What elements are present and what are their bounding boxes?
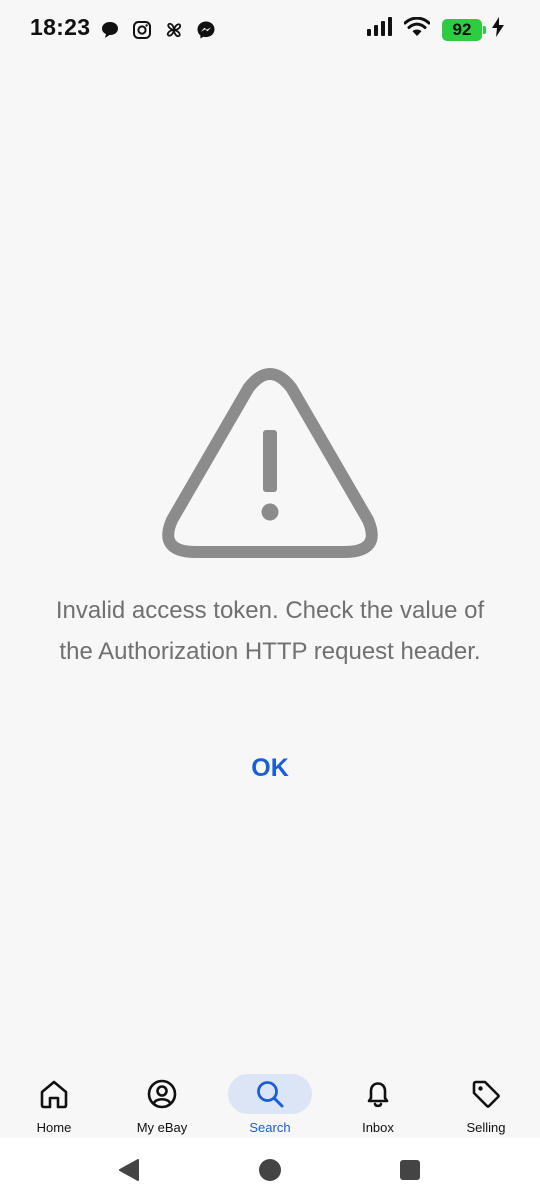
status-bar: 18:23 92	[0, 0, 540, 60]
recents-icon[interactable]	[397, 1157, 423, 1183]
instagram-icon	[131, 19, 153, 41]
charging-bolt-icon	[492, 17, 504, 42]
battery-icon: 92	[442, 18, 486, 41]
home-icon	[30, 1074, 78, 1114]
bottom-nav: Home My eBay Search Inbox Selling	[0, 1062, 540, 1138]
ok-button[interactable]: OK	[220, 746, 320, 790]
battery-level: 92	[452, 19, 472, 39]
error-message: Invalid access token. Check the value of…	[55, 597, 485, 665]
nav-label-search: Search	[249, 1120, 291, 1135]
nav-item-selling[interactable]: Selling	[432, 1062, 540, 1138]
bell-icon	[354, 1074, 402, 1114]
pinwheel-icon	[163, 19, 185, 41]
tag-icon	[462, 1074, 510, 1114]
chat-bubble-icon	[99, 19, 121, 41]
wifi-icon	[403, 16, 431, 42]
warning-triangle-icon	[162, 368, 378, 562]
status-time: 18:23	[30, 14, 91, 40]
nav-item-search[interactable]: Search	[216, 1062, 324, 1138]
nav-item-inbox[interactable]: Inbox	[324, 1062, 432, 1138]
search-icon	[246, 1074, 294, 1114]
nav-item-my-ebay[interactable]: My eBay	[108, 1062, 216, 1138]
back-icon[interactable]	[116, 1157, 142, 1183]
notification-icons	[99, 19, 217, 41]
nav-label-my-ebay: My eBay	[136, 1120, 188, 1135]
nav-label-selling: Selling	[466, 1120, 506, 1135]
signal-icon	[366, 17, 394, 42]
error-screen: 18:23 92 Invalid access token. Check the…	[0, 0, 540, 1200]
nav-item-home[interactable]: Home	[0, 1062, 108, 1138]
system-status-icons: 92	[366, 16, 504, 42]
nav-label-inbox: Inbox	[362, 1120, 394, 1135]
messenger-icon	[195, 19, 217, 41]
nav-label-home: Home	[36, 1120, 72, 1135]
home-circle-icon[interactable]	[257, 1157, 283, 1183]
account-icon	[138, 1074, 186, 1114]
system-nav-bar	[0, 1138, 540, 1200]
